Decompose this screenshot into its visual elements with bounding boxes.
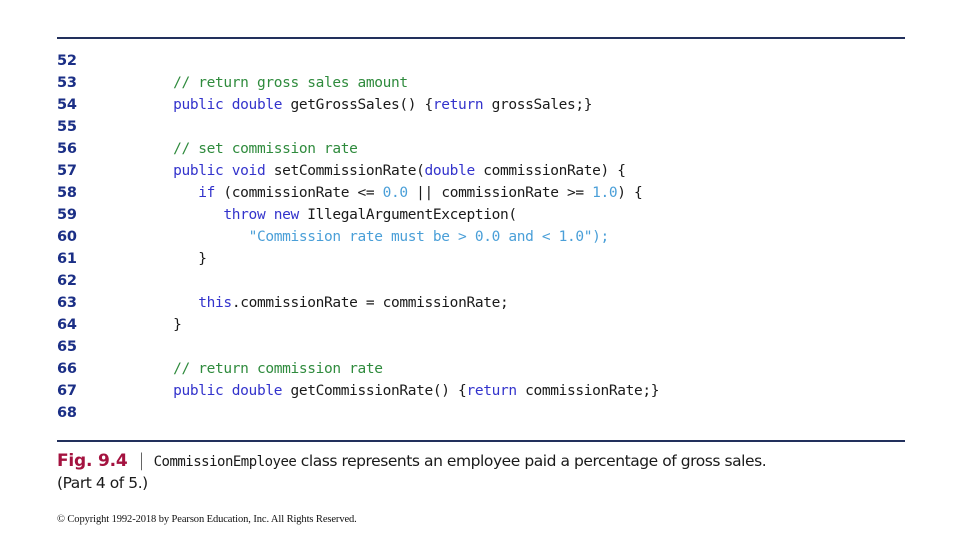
code-token-pl: getGrossSales() { — [282, 97, 433, 113]
code-token-lit: "Commission rate must be > 0.0 and < 1.0… — [248, 229, 610, 245]
code-line-content: // return commission rate — [89, 358, 917, 380]
caption-description: class represents an employee paid a perc… — [296, 452, 767, 470]
code-listing: 52 53 // return gross sales amount 54 publ… — [57, 50, 917, 424]
code-line-number: 67 — [57, 383, 77, 399]
code-token-pl: .commissionRate = commissionRate; — [231, 295, 509, 311]
code-line-number: 56 — [57, 141, 77, 157]
code-line-content: public double getGrossSales() {return gr… — [89, 94, 917, 116]
code-line: 55 — [57, 116, 917, 138]
caption-separator: | — [138, 450, 145, 471]
code-line: 58 if (commissionRate <= 0.0 || commissi… — [57, 182, 917, 204]
code-line-content: throw new IllegalArgumentException( — [89, 204, 917, 226]
code-line: 66 // return commission rate — [57, 358, 917, 380]
code-line-number: 53 — [57, 75, 77, 91]
code-line-number: 66 — [57, 361, 77, 377]
code-token-lit: 1.0 — [592, 185, 618, 201]
code-line: 53 // return gross sales amount — [57, 72, 917, 94]
code-line: 63 this.commissionRate = commissionRate; — [57, 292, 917, 314]
figure-caption: Fig. 9.4 | CommissionEmployee class repr… — [57, 449, 917, 494]
code-line-content: } — [89, 314, 917, 336]
code-line: 54 public double getGrossSales() {return… — [57, 94, 917, 116]
code-line: 60 "Commission rate must be > 0.0 and < … — [57, 226, 917, 248]
code-token-pl: || commissionRate >= — [407, 185, 593, 201]
code-token-k: public double — [173, 383, 283, 399]
code-line-number: 54 — [57, 97, 77, 113]
code-token-pl: } — [148, 317, 182, 333]
copyright-notice: © Copyright 1992-2018 by Pearson Educati… — [57, 514, 357, 525]
code-token-lit: 0.0 — [382, 185, 408, 201]
slide-canvas: 52 53 // return gross sales amount 54 publ… — [0, 0, 960, 540]
code-line-number: 59 — [57, 207, 77, 223]
code-line: 67 public double getCommissionRate() {re… — [57, 380, 917, 402]
code-token-cm: // set commission rate — [173, 141, 358, 157]
code-token-k: return — [466, 383, 517, 399]
code-line-number: 64 — [57, 317, 77, 333]
figure-number: Fig. 9.4 — [57, 451, 128, 471]
code-line-number: 57 — [57, 163, 77, 179]
code-line: 61 } — [57, 248, 917, 270]
bottom-divider — [57, 440, 905, 442]
code-line: 56 // set commission rate — [57, 138, 917, 160]
code-line-content: "Commission rate must be > 0.0 and < 1.0… — [89, 226, 917, 248]
figure-part-note: (Part 4 of 5.) — [57, 474, 148, 492]
code-line: 64 } — [57, 314, 917, 336]
top-divider — [57, 37, 905, 39]
code-line-content: this.commissionRate = commissionRate; — [89, 292, 917, 314]
code-token-pl: grossSales;} — [483, 97, 593, 113]
code-line-number: 62 — [57, 273, 77, 289]
code-line-number: 65 — [57, 339, 77, 355]
code-token-pl: ) { — [617, 185, 643, 201]
code-token-k: public double — [173, 97, 283, 113]
code-line-content: // return gross sales amount — [89, 72, 917, 94]
code-line: 57 public void setCommissionRate(double … — [57, 160, 917, 182]
figure-caption-line-1: Fig. 9.4 | CommissionEmployee class repr… — [57, 449, 917, 472]
code-line-number: 52 — [57, 53, 77, 69]
code-line-number: 68 — [57, 405, 77, 421]
code-token-pl: IllegalArgumentException( — [298, 207, 517, 223]
code-line: 65 — [57, 336, 917, 358]
code-token-cm: // return gross sales amount — [173, 75, 408, 91]
code-line-content: if (commissionRate <= 0.0 || commissionR… — [89, 182, 917, 204]
code-token-k: this — [198, 295, 232, 311]
code-line: 59 throw new IllegalArgumentException( — [57, 204, 917, 226]
code-token-pl: getCommissionRate() { — [282, 383, 467, 399]
code-line-number: 55 — [57, 119, 77, 135]
code-token-pl: commissionRate) { — [474, 163, 626, 179]
code-token-pl: (commissionRate <= — [215, 185, 383, 201]
code-token-k: if — [198, 185, 216, 201]
code-line-number: 61 — [57, 251, 77, 267]
code-line-number: 60 — [57, 229, 77, 245]
caption-class-name: CommissionEmployee — [153, 454, 297, 470]
code-line-content: } — [89, 248, 917, 270]
code-line-number: 63 — [57, 295, 77, 311]
code-token-pl: } — [148, 251, 207, 267]
code-line-number: 58 — [57, 185, 77, 201]
code-token-pl: commissionRate;} — [516, 383, 660, 399]
code-line: 68 — [57, 402, 917, 424]
code-line: 62 — [57, 270, 917, 292]
code-token-cm: // return commission rate — [173, 361, 383, 377]
code-token-k: double — [424, 163, 476, 179]
code-token-k: public void — [173, 163, 266, 179]
code-token-pl: setCommissionRate( — [265, 163, 425, 179]
code-token-k: throw new — [223, 207, 299, 223]
code-line-content: // set commission rate — [89, 138, 917, 160]
code-line-content: public void setCommissionRate(double com… — [89, 160, 917, 182]
code-line: 52 — [57, 50, 917, 72]
code-line-content: public double getCommissionRate() {retur… — [89, 380, 917, 402]
code-token-k: return — [432, 97, 484, 113]
